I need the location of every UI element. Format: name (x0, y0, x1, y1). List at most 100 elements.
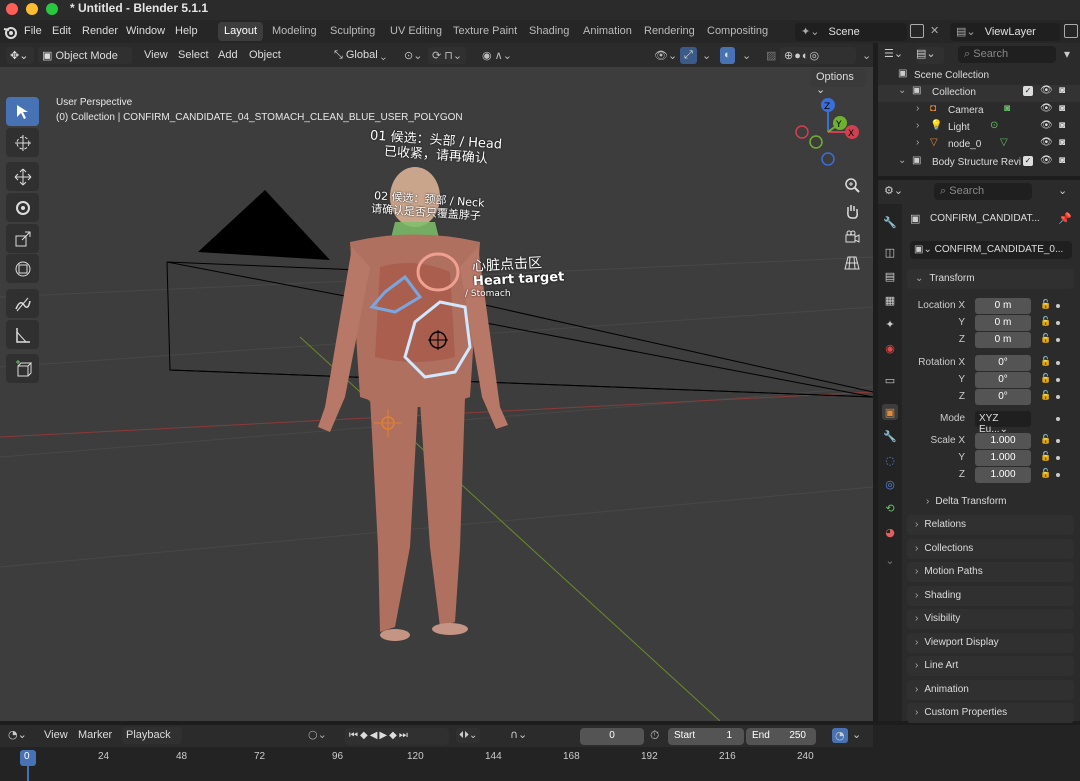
constraints-tab-icon[interactable]: ⟲ (882, 500, 898, 516)
location-y-field[interactable]: 0 m (975, 315, 1031, 331)
checkbox-icon[interactable]: ✓ (1023, 156, 1033, 166)
record-icon[interactable]: ○⌄ (308, 728, 327, 741)
visibility-panel-header[interactable]: › Visibility (907, 609, 1074, 629)
menu-window[interactable]: Window (126, 25, 165, 37)
proportional-edit-icon[interactable]: ◉ ∧⌄ (478, 47, 516, 64)
object-menu[interactable]: Object (245, 47, 285, 64)
timeline-options-dropdown-icon[interactable]: ⌄ (852, 728, 861, 741)
lock-icon[interactable]: 🔓 (1040, 300, 1051, 310)
jump-start-icon[interactable]: ⏮ (349, 730, 360, 741)
gizmo-dropdown-icon[interactable]: ⌄ (698, 47, 715, 64)
eye-icon[interactable]: 👁 (1040, 103, 1053, 114)
lock-icon[interactable]: 🔓 (1040, 469, 1051, 479)
outliner-row-body-structure[interactable]: ⌄ ▣ Body Structure Revi ✓ 👁 ◙ (878, 155, 1080, 172)
keyframe-dot-icon[interactable] (1056, 439, 1060, 443)
keyframe-dot-icon[interactable] (1056, 473, 1060, 477)
scale-x-field[interactable]: 1.000 (975, 433, 1031, 449)
scene-tab-icon[interactable]: ✦ (882, 316, 898, 332)
current-frame-field[interactable]: 0 (580, 728, 644, 745)
properties-editor-type-icon[interactable]: ⚙⌄ (884, 184, 912, 197)
particles-tab-icon[interactable]: ◌ (882, 452, 898, 468)
eye-icon[interactable]: 👁 (1040, 120, 1053, 131)
tab-shading[interactable]: Shading (523, 22, 575, 41)
shading-panel-header[interactable]: › Shading (907, 586, 1074, 606)
chevron-down-icon[interactable]: ⌄ (898, 155, 906, 166)
play-icon[interactable]: ▶ (379, 730, 389, 741)
eye-icon[interactable]: 👁 (1040, 155, 1053, 166)
perspective-toggle-icon[interactable] (840, 251, 864, 275)
output-tab-icon[interactable]: ▤ (882, 268, 898, 284)
keyframe-dot-icon[interactable] (1056, 456, 1060, 460)
properties-search-input[interactable]: ⌕ Search (934, 183, 1032, 200)
tab-compositing[interactable]: Compositing (701, 22, 774, 41)
menu-file[interactable]: File (24, 25, 42, 37)
add-cube-tool-icon[interactable] (6, 354, 39, 383)
lock-icon[interactable]: 🔓 (1040, 357, 1051, 367)
keyframe-dot-icon[interactable] (1056, 378, 1060, 382)
timeline-editor-type-icon[interactable]: ◔⌄ (8, 728, 27, 741)
camera-render-icon[interactable]: ◙ (1059, 85, 1065, 96)
tab-uv-editing[interactable]: UV Editing (384, 22, 448, 41)
viewlayer-selector[interactable]: ▤⌄ ViewLayer (950, 23, 1060, 41)
end-frame-field[interactable]: End 250 (746, 728, 816, 745)
3d-viewport[interactable]: User Perspective (0) Collection | CONFIR… (0, 67, 873, 721)
outliner-editor-type-icon[interactable]: ☰⌄ (884, 47, 912, 64)
minimize-window-button[interactable] (26, 3, 38, 15)
overlay-dropdown-icon[interactable]: ⌄ (738, 47, 755, 64)
outliner-row-light[interactable]: › 💡 Light ⊙ 👁 ◙ (878, 120, 1080, 137)
pan-view-icon[interactable] (840, 199, 864, 223)
shading-mode-icons[interactable]: ⊕●◐◎ (780, 47, 856, 64)
auto-keying-icon[interactable]: ∩⌄ (510, 728, 527, 741)
view-menu[interactable]: View (140, 47, 172, 64)
rotation-x-field[interactable]: 0° (975, 355, 1031, 371)
outliner-row-node-0[interactable]: › ▽ node_0 ▽ 👁 ◙ (878, 137, 1080, 154)
prev-keyframe-icon[interactable]: ◆ (360, 730, 370, 741)
scale-tool-icon[interactable] (6, 224, 39, 253)
tab-texture-paint[interactable]: Texture Paint (447, 22, 523, 41)
line-art-panel-header[interactable]: › Line Art (907, 656, 1074, 676)
lock-icon[interactable]: 🔓 (1040, 391, 1051, 401)
scale-z-field[interactable]: 1.000 (975, 467, 1031, 483)
rotation-mode-dropdown[interactable]: XYZ Eu...⌄ (975, 411, 1031, 435)
stopwatch-icon[interactable]: ⏱ (650, 728, 659, 743)
select-menu[interactable]: Select (174, 47, 213, 64)
menu-render[interactable]: Render (82, 25, 118, 37)
tab-sculpting[interactable]: Sculpting (324, 22, 381, 41)
editor-type-button[interactable]: ✥⌄ (6, 47, 34, 64)
overlay-toggle-icon[interactable]: ◐ (720, 47, 735, 64)
options-dropdown[interactable]: Options ⌄ (810, 69, 866, 96)
zoom-view-icon[interactable] (840, 173, 864, 197)
location-x-field[interactable]: 0 m (975, 298, 1031, 314)
animation-panel-header[interactable]: › Animation (907, 680, 1074, 700)
start-frame-field[interactable]: Start 1 (668, 728, 744, 745)
delete-scene-icon[interactable]: ✕ (930, 24, 944, 38)
physics-tab-icon[interactable]: ◎ (882, 476, 898, 492)
timeline-options-icon[interactable]: ◔ (832, 728, 848, 743)
collections-panel-header[interactable]: › Collections (907, 539, 1074, 559)
keyframe-dot-icon[interactable] (1056, 395, 1060, 399)
tabs-more-icon[interactable]: ⌄ (882, 552, 898, 568)
delta-transform-header[interactable]: › Delta Transform (926, 496, 1006, 507)
lock-icon[interactable]: 🔓 (1040, 452, 1051, 462)
world-tab-icon[interactable]: ◉ (882, 340, 898, 356)
location-z-field[interactable]: 0 m (975, 332, 1031, 348)
lock-icon[interactable]: 🔓 (1040, 435, 1051, 445)
scene-selector[interactable]: ✦⌄ Scene (795, 23, 907, 41)
motion-paths-panel-header[interactable]: › Motion Paths (907, 562, 1074, 582)
outliner-row-camera[interactable]: › ◘ Camera ◙ 👁 ◙ (878, 103, 1080, 120)
transform-tool-icon[interactable] (6, 254, 39, 283)
eye-icon[interactable]: 👁 (1040, 85, 1053, 96)
scale-y-field[interactable]: 1.000 (975, 450, 1031, 466)
menu-edit[interactable]: Edit (52, 25, 71, 37)
timeline-marker-menu[interactable]: Marker (74, 727, 116, 744)
select-tool-icon[interactable] (6, 97, 39, 126)
new-viewlayer-icon[interactable] (1064, 24, 1078, 38)
pivot-point-icon[interactable]: ⊙⌄ (400, 47, 426, 64)
keyframe-dot-icon[interactable] (1056, 321, 1060, 325)
chevron-down-icon[interactable]: ⌄ (898, 85, 906, 96)
checkbox-icon[interactable]: ✓ (1023, 86, 1033, 96)
play-reverse-icon[interactable]: ◀ (370, 730, 380, 741)
outliner-display-mode-icon[interactable]: ▤⌄ (916, 47, 944, 64)
zoom-window-button[interactable] (46, 3, 58, 15)
timeline-scrubber[interactable] (0, 747, 873, 781)
